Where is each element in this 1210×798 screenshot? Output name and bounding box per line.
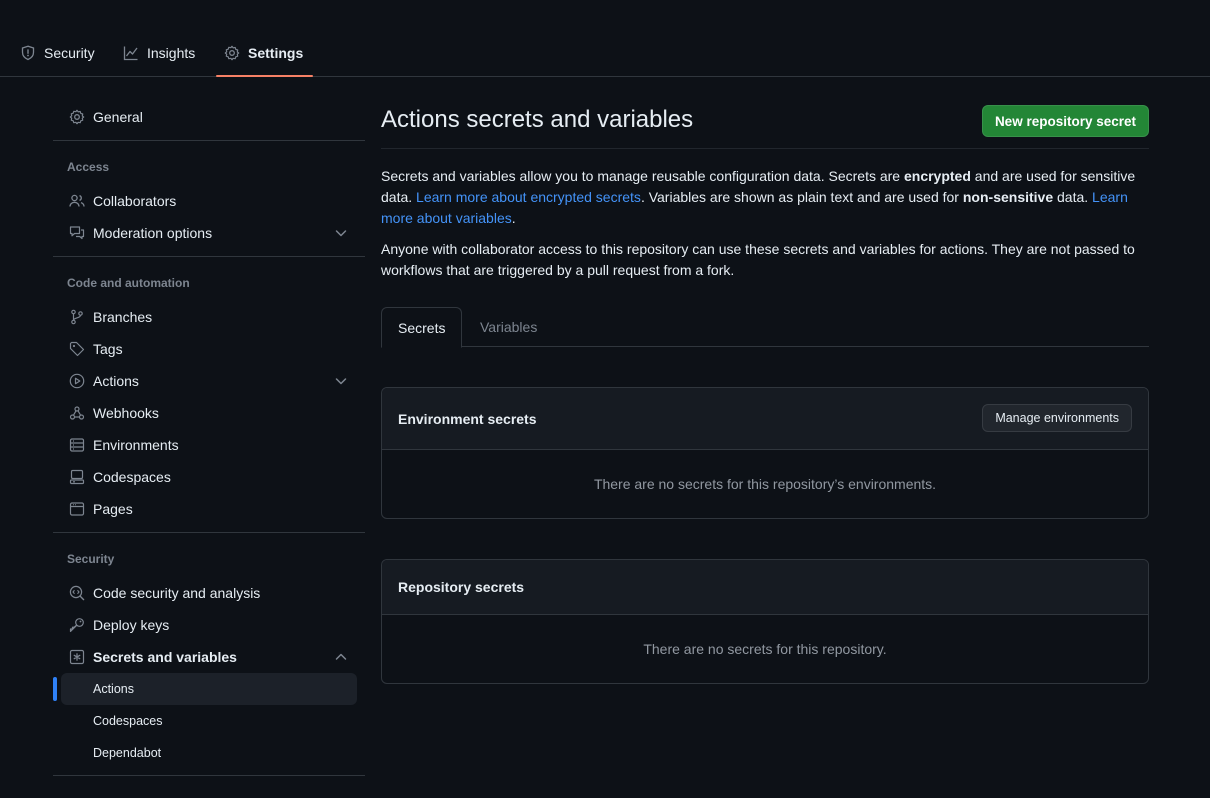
gear-icon [224,45,240,61]
chevron-up-icon [333,649,349,665]
sidebar-item-label: Actions [93,373,139,389]
environment-secrets-title: Environment secrets [398,410,537,427]
sidebar-subitem-label: Dependabot [93,746,162,760]
tab-label: Insights [147,45,196,61]
sidebar-item-label: Collaborators [93,193,177,209]
sidebar-item-label: Moderation options [93,225,213,241]
sidebar-item-label: Environments [93,437,179,453]
sidebar-heading-access: Access [67,160,110,174]
sidebar-subitem-actions[interactable]: Actions [61,673,357,705]
secrets-variables-tabs: Secrets Variables [381,307,1149,348]
chevron-down-icon [333,373,349,389]
sidebar-item-collaborators[interactable]: Collaborators [61,185,357,217]
intro-text: . Variables are shown as plain text and … [640,189,963,205]
comment-discussion-icon [69,225,85,241]
sidebar-item-label: Pages [93,501,133,517]
sidebar-divider [53,532,365,533]
repository-secrets-title: Repository secrets [398,579,525,595]
tab-insights[interactable]: Insights [115,30,203,76]
repository-secrets-empty: There are no secrets for this repository… [643,641,887,657]
intro-emphasis: encrypted [903,168,971,184]
sidebar-item-label: Code security and analysis [93,585,261,601]
sidebar-item-label: Codespaces [93,469,171,485]
tab-label: Security [44,45,95,61]
people-icon [69,193,85,209]
chevron-down-icon [333,225,349,241]
play-icon [69,373,85,389]
tab-variables[interactable]: Variables [464,307,553,347]
environment-secrets-box: Environment secrets Manage environments … [381,387,1149,519]
shield-icon [20,45,36,61]
title-divider [381,148,1149,149]
box-header: Repository secrets [382,560,1148,615]
gear-icon [69,109,85,125]
page-title: Actions secrets and variables [381,106,694,133]
sidebar-subitem-codespaces[interactable]: Codespaces [61,705,357,737]
sidebar-item-label: General [93,109,143,125]
sidebar-item-environments[interactable]: Environments [61,429,357,461]
git-branch-icon [69,309,85,325]
sidebar-item-actions[interactable]: Actions [61,365,357,397]
sidebar-item-label: Webhooks [93,405,159,421]
tab-secrets[interactable]: Secrets [381,307,463,348]
sidebar-item-moderation[interactable]: Moderation options [61,217,357,249]
sidebar-divider [53,775,365,776]
sidebar-item-general[interactable]: General [61,101,357,133]
box-header: Environment secrets Manage environments [382,388,1148,450]
sidebar-divider [53,256,365,257]
intro-paragraph: Secrets and variables allow you to manag… [381,166,1149,229]
sidebar-item-label: Deploy keys [93,617,170,633]
graph-icon [123,45,139,61]
collaborator-note: Anyone with collaborator access to this … [381,241,1135,278]
sidebar-item-label: Tags [93,341,123,357]
sidebar-divider [53,140,365,141]
webhook-icon [69,405,85,421]
intro-emphasis: non-sensitive [962,189,1054,205]
sidebar-subitem-label: Actions [93,682,134,696]
sidebar-item-tags[interactable]: Tags [61,333,357,365]
repo-nav: Security Insights Settings [0,0,1210,77]
new-repository-secret-button[interactable]: New repository secret [981,105,1149,137]
sidebar-item-secrets-and-variables[interactable]: Secrets and variables [61,641,357,673]
tab-settings[interactable]: Settings [216,30,313,77]
repository-secrets-box: Repository secrets There are no secrets … [381,559,1149,684]
intro-text: . [511,210,516,226]
manage-environments-button[interactable]: Manage environments [982,404,1132,432]
sidebar-subitem-label: Codespaces [93,714,163,728]
sidebar-heading-code: Code and automation [67,276,190,290]
sidebar-subitem-dependabot[interactable]: Dependabot [61,737,357,769]
browser-icon [69,501,85,517]
tab-label: Settings [248,45,304,61]
sidebar-heading-security: Security [67,552,115,566]
sidebar-item-label: Branches [93,309,153,325]
key-icon [69,617,85,633]
codespaces-icon [69,469,85,485]
sidebar-item-webhooks[interactable]: Webhooks [61,397,357,429]
sidebar-item-pages[interactable]: Pages [61,493,357,525]
active-indicator [53,677,57,701]
sidebar-item-code-security[interactable]: Code security and analysis [61,577,357,609]
codescan-icon [69,585,85,601]
intro-text: data. [1053,189,1093,205]
tag-icon [69,341,85,357]
sidebar-item-codespaces[interactable]: Codespaces [61,461,357,493]
sidebar-item-branches[interactable]: Branches [61,301,357,333]
intro-text: Secrets and variables allow you to manag… [381,168,904,184]
sidebar-item-deploy-keys[interactable]: Deploy keys [61,609,357,641]
key-asterisk-icon [69,649,85,665]
sidebar-item-label: Secrets and variables [93,649,237,665]
learn-encrypted-secrets-link[interactable]: Learn more about encrypted secrets [416,189,641,205]
tab-security[interactable]: Security [12,30,103,76]
environment-secrets-empty: There are no secrets for this repository… [593,476,937,492]
server-icon [69,437,85,453]
